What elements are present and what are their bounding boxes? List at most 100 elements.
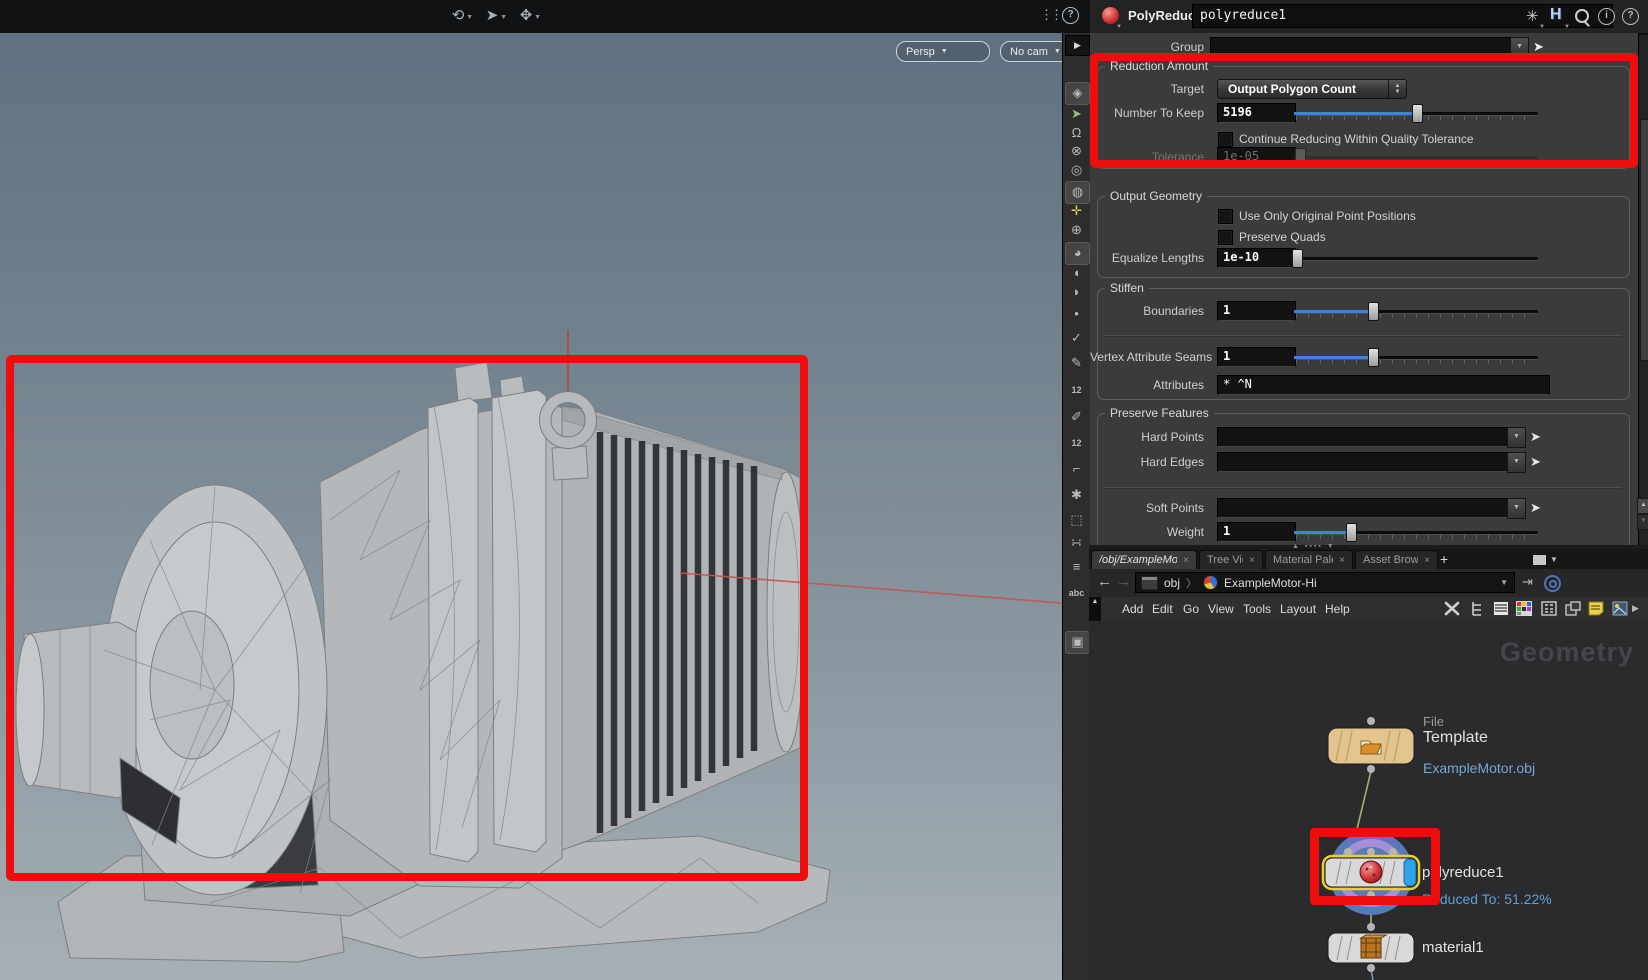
hard-edges-input[interactable] (1217, 452, 1510, 472)
use-only-original-points-checkbox[interactable] (1218, 209, 1233, 224)
hard-edges-select-arrow-icon[interactable]: ➤ (1530, 452, 1541, 472)
group-dropdown-button[interactable]: ▼ (1510, 37, 1529, 58)
motor-mesh[interactable] (0, 330, 1062, 980)
hard-points-select-arrow-icon[interactable]: ➤ (1530, 427, 1541, 447)
soft-points-select-arrow-icon[interactable]: ➤ (1530, 498, 1541, 518)
origin-axis-icon[interactable]: ✱ (1065, 485, 1088, 506)
weight-slider[interactable] (1294, 522, 1538, 542)
tab-asset-browser[interactable]: Asset Browser× (1355, 550, 1438, 569)
vertex-markers-icon[interactable]: ✓ (1065, 328, 1088, 349)
headlight-icon[interactable]: ◎ (1065, 160, 1088, 181)
parameter-list-icon[interactable] (1493, 601, 1509, 616)
equalize-lengths-input[interactable]: 1e-10 (1217, 248, 1296, 268)
point-numbers-icon[interactable]: 12 (1065, 380, 1088, 401)
text-labels-icon[interactable]: abc (1065, 583, 1088, 604)
shading-mode-icon[interactable]: ◕ (1065, 242, 1090, 265)
viewport-help-icon[interactable]: ? (1062, 7, 1079, 24)
breadcrumb-node[interactable]: ExampleMotor-Hi (1224, 576, 1317, 590)
notes-icon[interactable] (1588, 601, 1604, 616)
pane-maximize-icon[interactable] (1532, 554, 1547, 566)
menu-add[interactable]: Add (1122, 597, 1143, 621)
polyreduce-node[interactable] (1323, 856, 1419, 889)
equalize-lengths-slider[interactable] (1294, 248, 1538, 268)
attributes-input[interactable]: * ^N (1217, 375, 1550, 395)
group-select-arrow-icon[interactable]: ➤ (1533, 37, 1544, 57)
forward-arrow-icon[interactable]: → (1116, 573, 1131, 590)
camera-select-button[interactable]: No cam▼ (1000, 41, 1062, 62)
network-editor-canvas[interactable]: Geometry (1089, 621, 1648, 980)
menu-view[interactable]: View (1208, 597, 1234, 621)
weight-input[interactable]: 1 (1217, 522, 1296, 542)
hard-edges-dropdown-button[interactable]: ▼ (1507, 452, 1526, 473)
selection-marquee-icon[interactable]: ⬚ (1065, 510, 1088, 531)
perspective-view-button[interactable]: Persp▼ (896, 41, 990, 62)
view-rotate-icon[interactable]: ⟲▼ (443, 5, 473, 29)
toolbar-expand-button[interactable]: ▶ (1065, 35, 1090, 56)
menu-edit[interactable]: Edit (1152, 597, 1173, 621)
preserve-quads-checkbox[interactable] (1218, 230, 1233, 245)
breadcrumb-root[interactable]: obj (1164, 576, 1180, 590)
vertex-attribute-seams-input[interactable]: 1 (1217, 347, 1296, 367)
menu-layout[interactable]: Layout (1280, 597, 1316, 621)
hard-points-input[interactable] (1217, 427, 1510, 447)
color-palette-icon[interactable] (1516, 601, 1532, 616)
back-arrow-icon[interactable]: ← (1097, 573, 1112, 590)
search-icon[interactable] (1575, 9, 1589, 23)
file-node-name-label[interactable]: Template (1423, 729, 1488, 747)
menu-tools[interactable]: Tools (1243, 597, 1271, 621)
more-tools-arrow-icon[interactable]: ▶ (1632, 603, 1639, 614)
pane-menu-icon[interactable]: ▼ (1550, 555, 1558, 564)
tab-close-icon[interactable]: × (1424, 555, 1430, 566)
render-view-icon[interactable]: ▣ (1065, 631, 1090, 654)
soft-points-dropdown-button[interactable]: ▼ (1507, 498, 1526, 519)
polyreduce-node-name-label[interactable]: polyreduce1 (1422, 864, 1504, 881)
menu-scroll-arrow[interactable]: ▲ (1089, 597, 1101, 621)
pin-icon[interactable]: ⇥ (1522, 574, 1533, 590)
boundaries-slider[interactable] (1294, 301, 1538, 321)
tab-close-icon[interactable]: × (1339, 555, 1345, 566)
continue-reducing-checkbox[interactable] (1218, 132, 1233, 147)
table-view-icon[interactable] (1541, 601, 1557, 616)
new-tab-button[interactable]: + (1440, 551, 1448, 567)
display-options-icon[interactable]: ◈ (1065, 82, 1090, 105)
vertex-attribute-seams-slider[interactable] (1294, 347, 1538, 367)
snap-axis-icon[interactable]: ∺ (1065, 533, 1088, 554)
prim-numbers-icon[interactable]: 12 (1065, 433, 1088, 454)
select-objects-icon[interactable]: ➤ (1065, 104, 1088, 125)
high-quality-lighting-icon[interactable]: ✛ (1065, 201, 1088, 222)
select-arrow-icon[interactable]: ➤▼ (477, 5, 507, 29)
chevron-down-icon[interactable]: ▼ (1500, 578, 1508, 587)
tools-wrench-icon[interactable] (1444, 601, 1460, 616)
menu-go[interactable]: Go (1183, 597, 1199, 621)
ghost-objects-icon[interactable]: ◗ (1065, 282, 1088, 303)
linked-parms-icon[interactable]: ⋮⋮ (1040, 7, 1060, 23)
tab-close-icon[interactable]: × (1183, 555, 1189, 566)
group-overlay-icon[interactable]: ≡ (1065, 557, 1088, 578)
profiles-icon[interactable]: ⌐ (1065, 459, 1088, 480)
number-to-keep-input[interactable]: 5196 (1217, 103, 1296, 123)
houdini-logo-icon[interactable]: H (1550, 6, 1562, 24)
scene-viewport[interactable]: Persp▼ No cam▼ (0, 33, 1062, 980)
tab--obj-examplemotor-hi[interactable]: /obj/ExampleMotor-Hi× (1091, 550, 1197, 569)
scrollbar-thumb[interactable] (1640, 119, 1648, 361)
scroll-down-button[interactable]: ▼ (1637, 514, 1648, 530)
breadcrumb[interactable]: obj 〉 ExampleMotor-Hi ▼ (1135, 572, 1515, 593)
prim-normals-icon[interactable]: ✐ (1065, 407, 1088, 428)
material-node[interactable] (1328, 933, 1414, 963)
lighting-off-icon[interactable]: ⊗ (1065, 141, 1088, 162)
gear-icon[interactable]: ✳ (1526, 7, 1539, 25)
file-node[interactable] (1328, 728, 1414, 764)
boundaries-input[interactable]: 1 (1217, 301, 1296, 321)
follow-selection-icon[interactable] (1544, 575, 1561, 592)
material-node-name-label[interactable]: material1 (1422, 939, 1484, 956)
info-icon[interactable]: i (1598, 8, 1615, 25)
isolate-selection-icon[interactable]: ◖ (1065, 263, 1088, 284)
scroll-up-button[interactable]: ▲ (1637, 498, 1648, 514)
number-to-keep-slider[interactable] (1294, 103, 1538, 123)
point-markers-icon[interactable]: • (1065, 304, 1088, 325)
spinner-icon[interactable]: ▲▼ (1388, 80, 1406, 98)
target-dropdown[interactable]: Output Polygon Count ▲▼ (1217, 79, 1407, 99)
group-input[interactable] (1210, 37, 1513, 57)
layout-windows-icon[interactable] (1565, 601, 1581, 616)
add-light-icon[interactable]: ⊕ (1065, 220, 1088, 241)
